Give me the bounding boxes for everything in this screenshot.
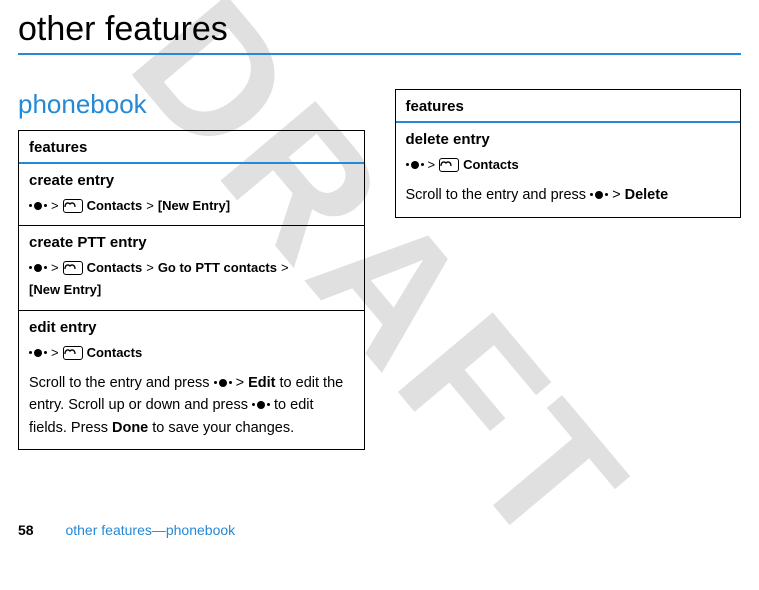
bold-text: Edit — [248, 375, 275, 391]
contacts-icon — [63, 199, 83, 213]
sequence-label: Contacts — [87, 197, 143, 215]
page-title: other features — [18, 10, 741, 49]
contacts-icon — [63, 261, 83, 275]
contacts-icon — [63, 346, 83, 360]
page-footer: 58 other features—phonebook — [18, 522, 235, 538]
left-features-box: features create entry>Contacts>[New Entr… — [18, 130, 365, 450]
entry-description: Scroll to the entry and press > Edit to … — [29, 372, 354, 439]
key-sequence: >Contacts>Go to PTT contacts>[New Entry] — [29, 259, 354, 299]
separator: > — [146, 259, 154, 277]
separator: > — [146, 197, 154, 215]
key-sequence: >Contacts>[New Entry] — [29, 197, 354, 215]
sequence-label: [New Entry] — [158, 197, 230, 215]
page-number: 58 — [18, 522, 34, 538]
sequence-label: Go to PTT contacts — [158, 259, 277, 277]
nav-key-icon — [214, 377, 232, 389]
section-title: phonebook — [18, 89, 365, 120]
box-header: features — [396, 90, 741, 123]
bold-text: Done — [112, 420, 148, 436]
separator: > — [281, 259, 289, 277]
separator: > — [51, 259, 59, 277]
bold-text: Delete — [625, 187, 669, 203]
nav-key-icon — [590, 189, 608, 201]
entry-title: create entry — [29, 172, 354, 189]
separator: > — [51, 344, 59, 362]
nav-key-icon — [29, 347, 47, 359]
entry-description: Scroll to the entry and press > Delete — [406, 184, 731, 206]
entry-title: create PTT entry — [29, 234, 354, 251]
feature-entry: create entry>Contacts>[New Entry] — [19, 164, 364, 226]
right-features-box: features delete entry > Contacts Scroll to … — [395, 89, 742, 218]
nav-key-icon — [29, 200, 47, 212]
nav-key-icon — [252, 399, 270, 411]
separator: > — [428, 156, 436, 174]
feature-entry: create PTT entry>Contacts>Go to PTT cont… — [19, 226, 364, 310]
nav-key-icon — [29, 262, 47, 274]
page-content: other features phonebook features create… — [0, 0, 759, 450]
sequence-label: Contacts — [87, 344, 143, 362]
feature-entry: delete entry > Contacts Scroll to the entry… — [396, 123, 741, 217]
left-column: phonebook features create entry>Contacts… — [18, 89, 365, 450]
entry-title: edit entry — [29, 319, 354, 336]
breadcrumb: other features—phonebook — [65, 522, 235, 538]
contacts-icon — [439, 158, 459, 172]
columns: phonebook features create entry>Contacts… — [18, 89, 741, 450]
separator: > — [51, 197, 59, 215]
title-rule — [18, 53, 741, 55]
entry-title: delete entry — [406, 131, 731, 148]
sequence-label: Contacts — [87, 259, 143, 277]
box-header: features — [19, 131, 364, 164]
key-sequence: > Contacts — [29, 344, 354, 362]
key-sequence: > Contacts — [406, 156, 731, 174]
feature-entry: edit entry > Contacts Scroll to the entry a… — [19, 311, 364, 450]
sequence-label: [New Entry] — [29, 281, 101, 299]
nav-key-icon — [406, 159, 424, 171]
sequence-label: Contacts — [463, 156, 519, 174]
right-column: features delete entry > Contacts Scroll to … — [395, 89, 742, 450]
